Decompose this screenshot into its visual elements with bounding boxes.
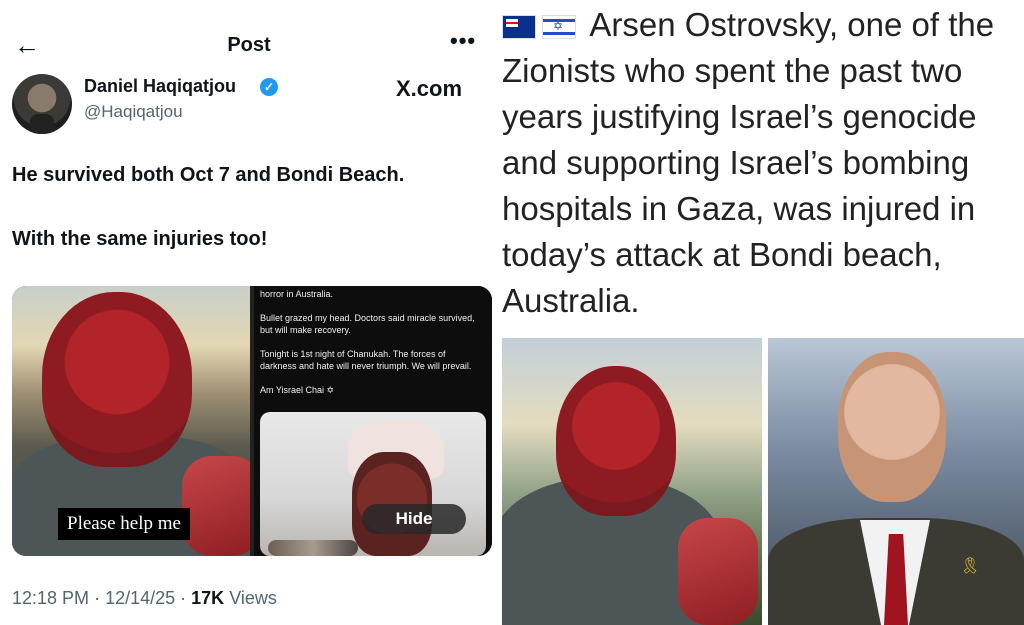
source-label: X.com xyxy=(396,76,463,101)
photo-arm xyxy=(182,456,250,556)
screenshot-text-3: Tonight is 1st night of Chanukah. The fo… xyxy=(260,349,472,371)
right-post-body: Arsen Ostrovsky, one of the Zionists who… xyxy=(502,6,995,319)
injured-man-photo-right[interactable] xyxy=(502,338,762,625)
post-header: ← Post ••• xyxy=(0,22,498,68)
hide-button[interactable]: Hide xyxy=(362,504,466,534)
avatar[interactable] xyxy=(12,74,72,134)
australia-flag-icon xyxy=(502,15,536,40)
bandaged-man-photo: Hide xyxy=(260,412,486,556)
yellow-ribbon-icon: 🎗 xyxy=(960,558,981,575)
right-post-text: Arsen Ostrovsky, one of the Zionists who… xyxy=(502,2,1022,324)
suited-man-photo[interactable]: 🎗 xyxy=(768,338,1024,625)
screenshot-text-1: horror in Australia. xyxy=(260,289,334,299)
tweet-text-line-2: With the same injuries too! xyxy=(12,228,268,250)
author-handle[interactable]: @Haqiqatjou xyxy=(84,102,183,122)
left-tweet-panel: ← Post ••• Daniel Haqiqatjou ✓ @Haqiqatj… xyxy=(0,0,498,625)
right-post-panel: Arsen Ostrovsky, one of the Zionists who… xyxy=(498,0,1024,625)
tweet-media[interactable]: Please help me horror in Australia. Bull… xyxy=(12,286,492,556)
page-title: Post xyxy=(227,34,271,56)
more-options-icon[interactable]: ••• xyxy=(450,28,476,54)
verified-badge-icon: ✓ xyxy=(260,78,278,96)
views-label: Views xyxy=(229,588,277,608)
photo-caption: Please help me xyxy=(58,508,190,540)
views-count: 17K xyxy=(191,588,225,608)
screenshot-text-4: Am Yisrael Chai ✡ xyxy=(260,385,335,395)
photo-head xyxy=(42,292,192,467)
screenshot-text-2: Bullet grazed my head. Doctors said mira… xyxy=(260,313,475,335)
israel-flag-icon xyxy=(542,15,576,40)
post-date[interactable]: 12/14/25 xyxy=(105,588,175,608)
author-name[interactable]: Daniel Haqiqatjou xyxy=(84,76,236,97)
photo-head xyxy=(838,352,946,502)
embedded-screenshot[interactable]: horror in Australia. Bullet grazed my he… xyxy=(254,286,492,556)
photo-crowd xyxy=(268,540,358,556)
post-time[interactable]: 12:18 PM xyxy=(12,588,89,608)
injured-man-photo[interactable]: Please help me xyxy=(12,286,250,556)
tweet-text-line-1: He survived both Oct 7 and Bondi Beach. xyxy=(12,164,405,186)
photo-head xyxy=(556,366,676,516)
photo-arm xyxy=(678,518,758,625)
post-meta: 12:18 PM · 12/14/25 · 17K Views xyxy=(12,588,277,608)
